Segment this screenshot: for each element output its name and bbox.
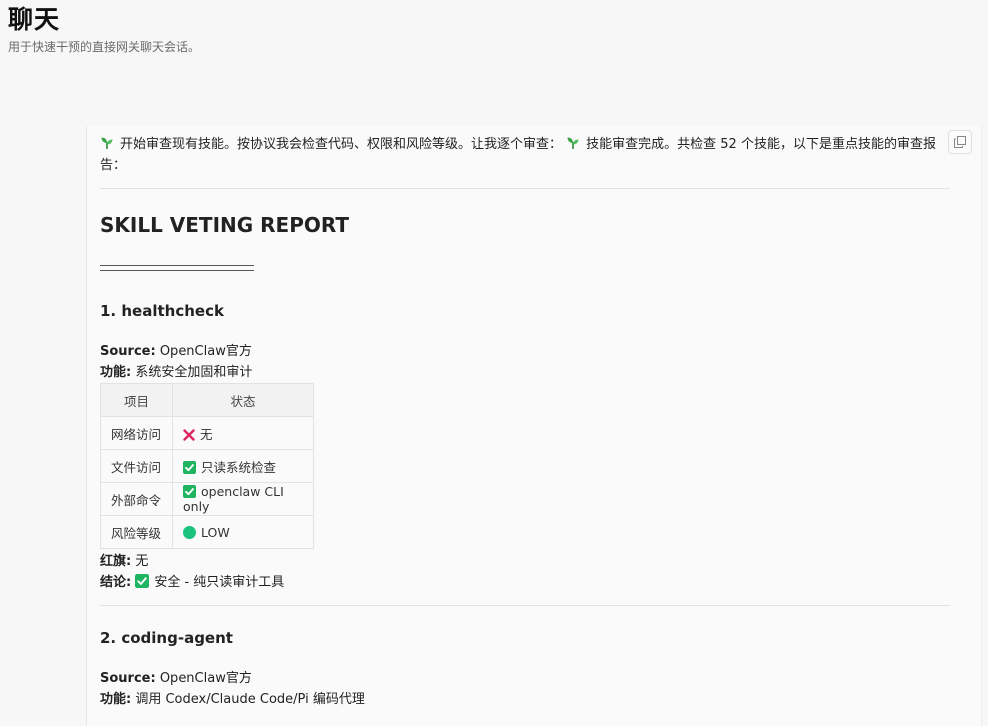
check-icon <box>183 485 196 498</box>
skill-function: 功能: 调用 Codex/Claude Code/Pi 编码代理 <box>100 692 365 707</box>
assistant-message: 开始审查现有技能。按协议我会检查代码、权限和风险等级。让我逐个审查： 技能审查完… <box>86 126 982 726</box>
intro-part-1: 开始审查现有技能。按协议我会检查代码、权限和风险等级。让我逐个审查： <box>120 137 563 152</box>
skill-function: 功能: 系统安全加固和审计 <box>100 365 253 380</box>
table-cell-item: 外部命令 <box>100 482 173 516</box>
skill-source: Source: OpenClaw官方 <box>100 671 252 686</box>
copy-icon <box>954 136 966 148</box>
table-row: 文件访问 只读系统检查 <box>100 449 314 483</box>
table-row: 外部命令 openclaw CLI only <box>100 482 314 516</box>
table-row: 风险等级 LOW <box>100 515 314 549</box>
table-cell-status: openclaw CLI only <box>172 482 314 516</box>
skill-heading: 2. coding-agent <box>100 629 233 647</box>
report-title: SKILL VETING REPORT <box>100 213 350 237</box>
table-cell-item: 网络访问 <box>100 416 173 450</box>
copy-button[interactable] <box>948 130 972 154</box>
skill-heading: 1. healthcheck <box>100 302 224 320</box>
divider <box>100 605 950 606</box>
table-cell-status: 只读系统检查 <box>172 449 314 483</box>
skill-red-flags: 红旗: 无 <box>100 554 149 569</box>
sprout-icon <box>101 137 113 149</box>
check-icon <box>183 460 196 474</box>
sprout-icon <box>567 137 579 149</box>
check-icon <box>135 574 150 588</box>
page-header: 聊天 用于快速干预的直接网关聊天会话。 <box>8 2 200 56</box>
table-header: 状态 <box>172 383 314 417</box>
double-rule <box>100 265 254 271</box>
cross-icon <box>183 428 195 441</box>
table-header-row: 项目 状态 <box>100 383 314 417</box>
skill-source: Source: OpenClaw官方 <box>100 344 252 359</box>
page-subtitle: 用于快速干预的直接网关聊天会话。 <box>8 40 201 54</box>
table-cell-status: 无 <box>172 416 314 450</box>
table-cell-item: 风险等级 <box>100 515 173 549</box>
table-cell-item: 文件访问 <box>100 449 173 483</box>
divider <box>100 188 950 189</box>
table-row: 网络访问 无 <box>100 416 314 450</box>
green-circle-icon <box>183 525 196 539</box>
table-cell-status: LOW <box>172 515 314 549</box>
message-content: 开始审查现有技能。按协议我会检查代码、权限和风险等级。让我逐个审查： 技能审查完… <box>100 134 950 710</box>
skill-table: 项目 状态 网络访问 无 文件访问 只读系统检查 外部命令 openclaw C… <box>100 383 314 549</box>
table-header: 项目 <box>100 383 173 417</box>
skill-conclusion: 结论: 安全 - 纯只读审计工具 <box>100 574 285 590</box>
page-title: 聊天 <box>8 5 61 34</box>
intro-text: 开始审查现有技能。按协议我会检查代码、权限和风险等级。让我逐个审查： 技能审查完… <box>100 134 950 176</box>
